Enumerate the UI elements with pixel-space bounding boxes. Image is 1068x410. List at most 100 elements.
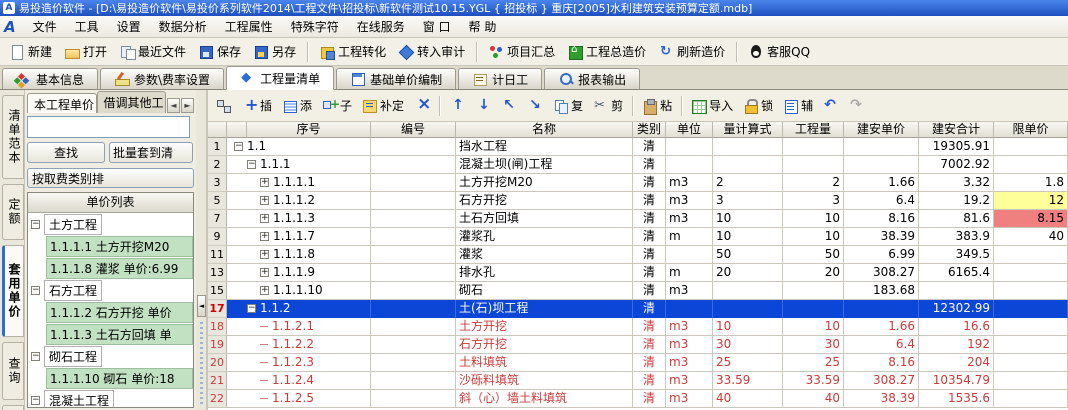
toolbar-save-button[interactable]: 保存 [193,40,246,63]
splitter-handle[interactable] [200,322,203,407]
column-header-blank[interactable] [208,122,227,138]
grid-excel-import-button[interactable]: 导入 [687,95,737,116]
collapse-icon[interactable]: − [247,304,256,313]
tab-price-table[interactable]: 基础单价编制 [336,68,456,89]
table-row[interactable]: 15+1.1.1.10砌石清m3183.68 [208,282,1068,300]
column-header-9[interactable]: 建安单价 [844,122,919,138]
toolbar-transform-button[interactable]: 工程转化 [314,40,391,63]
menu-item-5[interactable]: 特殊字符 [282,16,348,37]
tree-group[interactable]: −土方工程 [28,213,193,235]
grid-arrow-up-button[interactable] [445,96,469,116]
grid-aux-list-button[interactable]: 辅 [779,95,817,116]
collapse-icon[interactable]: − [31,352,40,361]
expand-icon[interactable]: + [260,250,269,259]
table-row[interactable]: 13+1.1.1.9排水孔清m2020308.276165.4 [208,264,1068,282]
grid-copy-button[interactable]: 复 [549,95,587,116]
side-tab-0[interactable]: 清单范本 [2,95,24,179]
collapse-icon[interactable]: − [247,160,256,169]
table-row[interactable]: 3+1.1.1.1土方开挖M20清m3221.663.321.8 [208,174,1068,192]
collapse-icon[interactable]: − [31,220,40,229]
expand-icon[interactable]: + [260,232,269,241]
column-header-2[interactable]: 序号 [247,122,371,138]
side-tab-4[interactable]: 工 [2,405,24,410]
tree-group[interactable]: −砌石工程 [28,345,193,367]
grid-tree-branch-button[interactable] [212,96,236,116]
menu-item-4[interactable]: 工程属性 [216,16,282,37]
column-header-7[interactable]: 量计算式 [713,122,783,138]
tree-item[interactable]: 1.1.1.8 灌浆 单价:6.99 [28,257,193,279]
toolbar-total-cost-button[interactable]: 工程总造价 [562,40,651,63]
table-row[interactable]: 201.1.2.3土料填筑清m325258.16204 [208,354,1068,372]
grid-cut-button[interactable]: 剪 [589,95,627,116]
tab-ruler-pencil[interactable]: 参数\费率设置 [100,68,224,89]
grid-delete-x-button[interactable] [410,96,434,116]
toolbar-open-folder-button[interactable]: 打开 [59,40,112,63]
menu-item-3[interactable]: 数据分析 [150,16,216,37]
tree-item[interactable]: 1.1.1.1 土方开挖M20 [28,235,193,257]
toolbar-recent-files-button[interactable]: 最近文件 [114,40,191,63]
side-tab-3[interactable]: 查询 [2,342,24,400]
expand-icon[interactable]: + [260,268,269,277]
tree-group[interactable]: −石方工程 [28,279,193,301]
collapse-icon[interactable]: − [31,286,40,295]
table-row[interactable]: 221.1.2.5斜（心）墙土料填筑清m3404038.391535.6 [208,390,1068,408]
grid-insert-plus-button[interactable]: 插 [238,95,276,116]
price-tab-0[interactable]: 本工程单价 [27,93,97,113]
table-row[interactable]: 5+1.1.1.2石方开挖清m3336.419.212 [208,192,1068,210]
tab-blue-book[interactable]: 工程量清单 [226,66,334,90]
expand-icon[interactable]: + [260,214,269,223]
menu-item-0[interactable]: 文件 [24,16,66,37]
grid-add-list-button[interactable]: 添 [278,95,316,116]
collapse-icon[interactable]: − [234,142,243,151]
menu-item-1[interactable]: 工具 [66,16,108,37]
grid-undo-button[interactable] [819,96,843,116]
grid-supp-quota-button[interactable]: 补定 [358,95,408,116]
unit-price-search-input[interactable] [27,116,190,138]
menu-item-2[interactable]: 设置 [108,16,150,37]
toolbar-audit-button[interactable]: 转入审计 [393,40,470,63]
toolbar-save-as-button[interactable]: 另存 [248,40,301,63]
expand-icon[interactable]: + [260,178,269,187]
column-header-11[interactable]: 限单价 [994,122,1068,138]
sort-by-fee-category-button[interactable]: 按取费类别排 [27,168,194,188]
column-header-10[interactable]: 建安合计 [919,122,994,138]
batch-apply-button[interactable]: 批量套到清 [109,142,193,163]
menu-item-8[interactable]: 帮 助 [460,16,506,37]
table-row[interactable]: 181.1.2.1土方开挖清m310101.6616.6 [208,318,1068,336]
tree-item[interactable]: 1.1.1.10 砌石 单价:18 [28,367,193,389]
expand-icon[interactable]: + [260,286,269,295]
collapse-icon[interactable]: − [31,396,40,405]
tree-item[interactable]: 1.1.1.3 土石方回填 单 [28,323,193,345]
toolbar-new-doc-button[interactable]: 新建 [4,40,57,63]
collapse-panel-button[interactable]: ◄ [197,295,206,317]
toolbar-qq-button[interactable]: 客服QQ [743,40,815,63]
grid-lock-button[interactable]: 锁 [739,95,777,116]
toolbar-refresh-button[interactable]: 刷新造价 [653,40,730,63]
tree-item[interactable]: 1.1.1.2 石方开挖 单价 [28,301,193,323]
find-button[interactable]: 查找 [27,142,105,163]
tab-scroll-left-button[interactable]: ◄ [167,98,180,113]
menu-item-7[interactable]: 窗 口 [414,16,460,37]
column-header-5[interactable]: 类别 [633,122,666,138]
table-row[interactable]: 191.1.2.2石方开挖清m330306.4192 [208,336,1068,354]
side-tab-1[interactable]: 定额 [2,184,24,240]
grid-arrow-upleft-button[interactable] [497,96,521,116]
column-header-8[interactable]: 工程量 [783,122,844,138]
column-header-6[interactable]: 单位 [666,122,713,138]
grid-arrow-down-button[interactable] [471,96,495,116]
tab-scroll-right-button[interactable]: ► [181,98,194,113]
panel-splitter[interactable]: ◄ [196,90,207,410]
grid-redo-button[interactable] [845,96,869,116]
toolbar-summary-button[interactable]: 项目汇总 [483,40,560,63]
column-header-blank[interactable] [227,122,247,138]
price-tab-1[interactable]: 借调其他工 [97,91,167,113]
table-row[interactable]: 2−1.1.1混凝土坝(闸)工程清7002.92 [208,156,1068,174]
column-header-3[interactable]: 编号 [371,122,456,138]
expand-icon[interactable]: + [260,196,269,205]
tree-group[interactable]: −混凝土工程 [28,389,193,408]
grid-paste-button[interactable]: 粘 [638,95,676,116]
tab-info-diamonds[interactable]: 基本信息 [2,68,98,89]
column-header-4[interactable]: 名称 [456,122,633,138]
menu-item-6[interactable]: 在线服务 [348,16,414,37]
table-row[interactable]: 11+1.1.1.8灌浆清50506.99349.5 [208,246,1068,264]
